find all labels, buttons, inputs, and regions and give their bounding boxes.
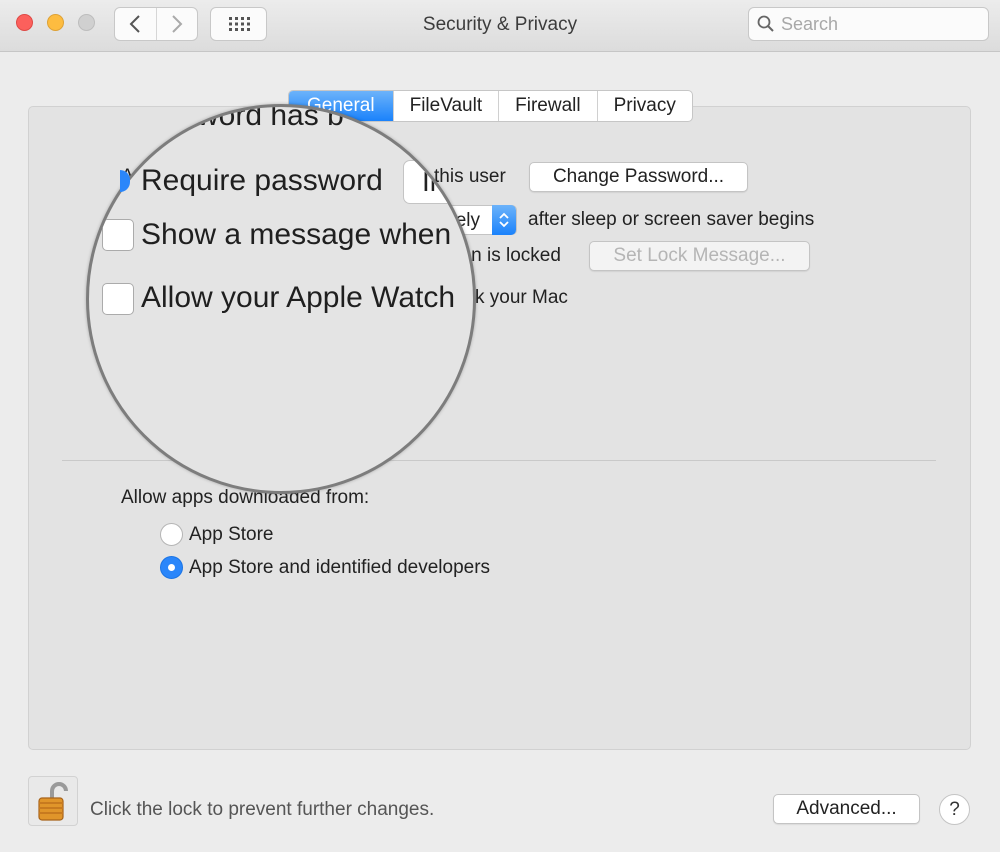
- unlocked-padlock-icon: [38, 782, 68, 821]
- grid-icon: [228, 17, 250, 31]
- navigation-buttons: [114, 7, 198, 41]
- unlock-mac-text: k your Mac: [475, 287, 568, 308]
- search-icon: [757, 15, 774, 32]
- back-button[interactable]: [115, 8, 156, 40]
- popup-arrows-icon: [492, 205, 516, 235]
- radio-app-store-label[interactable]: App Store: [189, 524, 274, 546]
- forward-button[interactable]: [155, 8, 197, 40]
- magnified-button-fragment: Ir: [403, 160, 473, 204]
- close-window-button[interactable]: [16, 14, 33, 31]
- minimize-window-button[interactable]: [47, 14, 64, 31]
- show-all-button[interactable]: [210, 7, 267, 41]
- radio-app-store-identified[interactable]: [160, 556, 183, 579]
- search-input[interactable]: [781, 13, 981, 35]
- magnified-show-message: Show a message when: [141, 218, 452, 251]
- help-button[interactable]: ?: [939, 794, 970, 825]
- radio-app-store-identified-label[interactable]: App Store and identified developers: [189, 557, 490, 579]
- magnified-top-fragment: word has b: [197, 104, 344, 132]
- tab-privacy[interactable]: Privacy: [596, 91, 692, 121]
- zoom-window-button[interactable]: [78, 14, 95, 31]
- show-message-checkbox[interactable]: [102, 219, 134, 251]
- title-bar: Security & Privacy: [0, 0, 1000, 52]
- tab-firewall[interactable]: Firewall: [498, 91, 596, 121]
- search-field[interactable]: [748, 7, 989, 41]
- set-lock-message-button[interactable]: Set Lock Message...: [589, 241, 810, 271]
- lock-button[interactable]: [28, 776, 78, 826]
- advanced-button[interactable]: Advanced...: [773, 794, 920, 824]
- after-sleep-text: after sleep or screen saver begins: [528, 209, 815, 230]
- magnified-require-password: Require password: [141, 164, 383, 197]
- magnifier-lens: word has b Require password Ir Show a me…: [86, 104, 476, 494]
- chevron-right-icon: [172, 15, 183, 33]
- change-password-button[interactable]: Change Password...: [529, 162, 748, 192]
- lock-status-text: Click the lock to prevent further change…: [90, 799, 435, 820]
- radio-app-store[interactable]: [160, 523, 183, 546]
- chevron-left-icon: [130, 15, 141, 33]
- tab-filevault[interactable]: FileVault: [392, 91, 499, 121]
- apple-watch-unlock-checkbox[interactable]: [102, 283, 134, 315]
- window-title: Security & Privacy: [422, 14, 578, 35]
- magnified-allow-watch: Allow your Apple Watch: [141, 281, 456, 314]
